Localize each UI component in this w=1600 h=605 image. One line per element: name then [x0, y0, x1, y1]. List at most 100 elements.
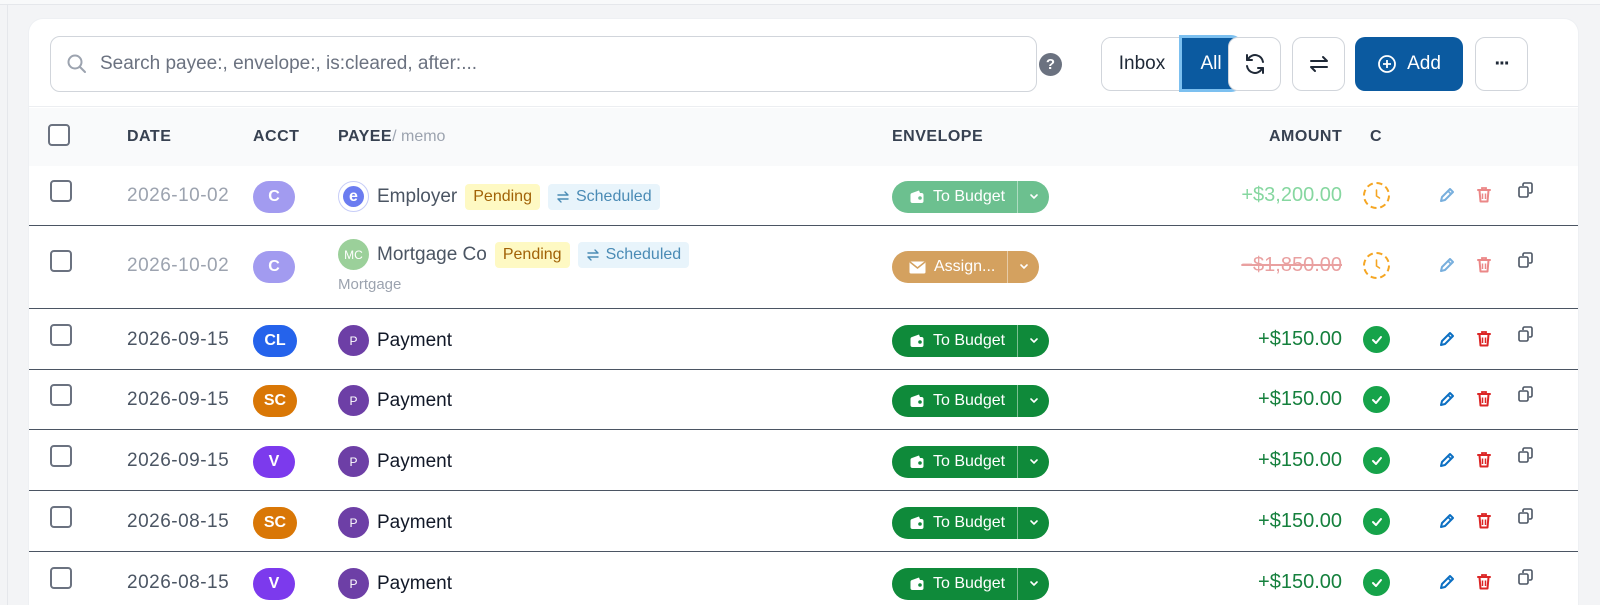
account-badge[interactable]: C: [253, 181, 295, 213]
trash-icon[interactable]: [1474, 511, 1494, 531]
envelope-select[interactable]: To Budget: [892, 507, 1050, 539]
envelope-select[interactable]: To Budget: [892, 446, 1050, 478]
edit-pencil-icon[interactable]: [1437, 185, 1457, 205]
row-checkbox[interactable]: [50, 445, 72, 467]
payee-name[interactable]: Payment: [377, 512, 452, 534]
duplicate-icon[interactable]: [1517, 507, 1537, 527]
row-checkbox[interactable]: [50, 324, 72, 346]
envelope-main[interactable]: Assign...: [892, 251, 1007, 283]
payee-name[interactable]: Employer: [377, 186, 457, 208]
payee-name[interactable]: Payment: [377, 330, 452, 352]
trash-icon[interactable]: [1474, 450, 1494, 470]
table-row[interactable]: 2026-08-15 V P Payment To Budget +$150.00: [29, 552, 1578, 605]
duplicate-icon[interactable]: [1517, 385, 1537, 405]
chevron-down-icon[interactable]: [1017, 446, 1049, 478]
col-cleared[interactable]: C: [1370, 128, 1382, 146]
account-badge[interactable]: CL: [253, 325, 297, 357]
table-row[interactable]: 2026-10-02 Ce Employer Pending Scheduled To B…: [29, 166, 1578, 226]
envelope-select[interactable]: To Budget: [892, 181, 1050, 213]
search-input[interactable]: [100, 53, 950, 75]
envelope-select[interactable]: To Budget: [892, 568, 1050, 600]
cleared-check-icon[interactable]: [1363, 508, 1390, 535]
trash-icon[interactable]: [1474, 255, 1494, 275]
more-button[interactable]: ···: [1475, 37, 1528, 91]
payee-memo: Mortgage: [338, 276, 402, 293]
add-button[interactable]: Add: [1355, 37, 1463, 91]
col-acct[interactable]: ACCT: [253, 128, 299, 146]
wallet-icon: [909, 189, 925, 205]
account-badge[interactable]: C: [253, 251, 295, 283]
refresh-button[interactable]: [1228, 37, 1281, 91]
col-date[interactable]: DATE: [127, 128, 171, 146]
table-row[interactable]: 2026-09-15 V P Payment To Budget +$150.00: [29, 430, 1578, 491]
pending-clock-icon[interactable]: [1363, 182, 1390, 209]
row-checkbox[interactable]: [50, 506, 72, 528]
envelope-select[interactable]: To Budget: [892, 385, 1050, 417]
trash-icon[interactable]: [1474, 572, 1494, 592]
table-row[interactable]: 2026-09-15 CL P Payment To Budget +$150.00: [29, 309, 1578, 370]
envelope-select[interactable]: Assign...: [892, 251, 1040, 283]
transfer-button[interactable]: [1292, 37, 1345, 91]
trash-icon[interactable]: [1474, 185, 1494, 205]
cleared-check-icon[interactable]: [1363, 386, 1390, 413]
cleared-check-icon[interactable]: [1363, 447, 1390, 474]
col-amount[interactable]: AMOUNT: [1269, 128, 1342, 146]
row-checkbox[interactable]: [50, 567, 72, 589]
row-date: 2026-09-15: [127, 389, 230, 410]
envelope-main[interactable]: To Budget: [892, 385, 1017, 417]
cleared-check-icon[interactable]: [1363, 326, 1390, 353]
edit-pencil-icon[interactable]: [1437, 389, 1457, 409]
envelope-main[interactable]: To Budget: [892, 325, 1017, 357]
edit-pencil-icon[interactable]: [1437, 255, 1457, 275]
cleared-check-icon[interactable]: [1363, 569, 1390, 596]
duplicate-icon[interactable]: [1517, 325, 1537, 345]
duplicate-icon[interactable]: [1517, 181, 1537, 201]
row-date: 2026-10-02: [127, 255, 230, 276]
table-row[interactable]: 2026-09-15 SC P Payment To Budget +$150.00: [29, 370, 1578, 430]
duplicate-icon[interactable]: [1517, 568, 1537, 588]
scheduled-badge: Scheduled: [577, 241, 690, 268]
payee-name[interactable]: Payment: [377, 390, 452, 412]
row-checkbox[interactable]: [50, 250, 72, 272]
col-memo-label: / memo: [392, 128, 446, 145]
pending-clock-icon[interactable]: [1363, 252, 1390, 279]
edit-pencil-icon[interactable]: [1437, 572, 1457, 592]
row-checkbox[interactable]: [50, 180, 72, 202]
help-icon[interactable]: ?: [1039, 53, 1062, 76]
chevron-down-icon[interactable]: [1007, 251, 1039, 283]
row-amount: −$1,850.00: [1241, 254, 1342, 276]
account-badge[interactable]: V: [253, 568, 295, 600]
duplicate-icon[interactable]: [1517, 446, 1537, 466]
chevron-down-icon[interactable]: [1017, 568, 1049, 600]
edit-pencil-icon[interactable]: [1437, 450, 1457, 470]
payee-name[interactable]: Payment: [377, 573, 452, 595]
table-row[interactable]: 2026-10-02 C MC Mortgage Co Pending Scheduled…: [29, 225, 1578, 309]
col-envelope[interactable]: ENVELOPE: [892, 128, 983, 146]
chevron-down-icon[interactable]: [1017, 385, 1049, 417]
chevron-down-icon[interactable]: [1017, 325, 1049, 357]
account-badge[interactable]: SC: [253, 507, 297, 539]
payee-name[interactable]: Payment: [377, 451, 452, 473]
edit-pencil-icon[interactable]: [1437, 511, 1457, 531]
account-badge[interactable]: SC: [253, 385, 297, 417]
search-box[interactable]: [50, 36, 1037, 92]
edit-pencil-icon[interactable]: [1437, 329, 1457, 349]
duplicate-icon[interactable]: [1517, 251, 1537, 271]
filter-inbox-button[interactable]: Inbox: [1102, 38, 1182, 89]
row-checkbox[interactable]: [50, 384, 72, 406]
envelope-select[interactable]: To Budget: [892, 325, 1050, 357]
trash-icon[interactable]: [1474, 389, 1494, 409]
select-all-checkbox[interactable]: [48, 124, 70, 146]
trash-icon[interactable]: [1474, 329, 1494, 349]
payee-cell: P Payment: [338, 446, 452, 477]
envelope-main[interactable]: To Budget: [892, 446, 1017, 478]
envelope-main[interactable]: To Budget: [892, 507, 1017, 539]
table-row[interactable]: 2026-08-15 SC P Payment To Budget +$150.00: [29, 491, 1578, 552]
account-badge[interactable]: V: [253, 446, 295, 478]
envelope-main[interactable]: To Budget: [892, 181, 1017, 213]
envelope-main[interactable]: To Budget: [892, 568, 1017, 600]
chevron-down-icon[interactable]: [1017, 181, 1049, 213]
col-payee[interactable]: PAYEE/ memo: [338, 128, 445, 146]
chevron-down-icon[interactable]: [1017, 507, 1049, 539]
payee-name[interactable]: Mortgage Co: [377, 244, 487, 266]
